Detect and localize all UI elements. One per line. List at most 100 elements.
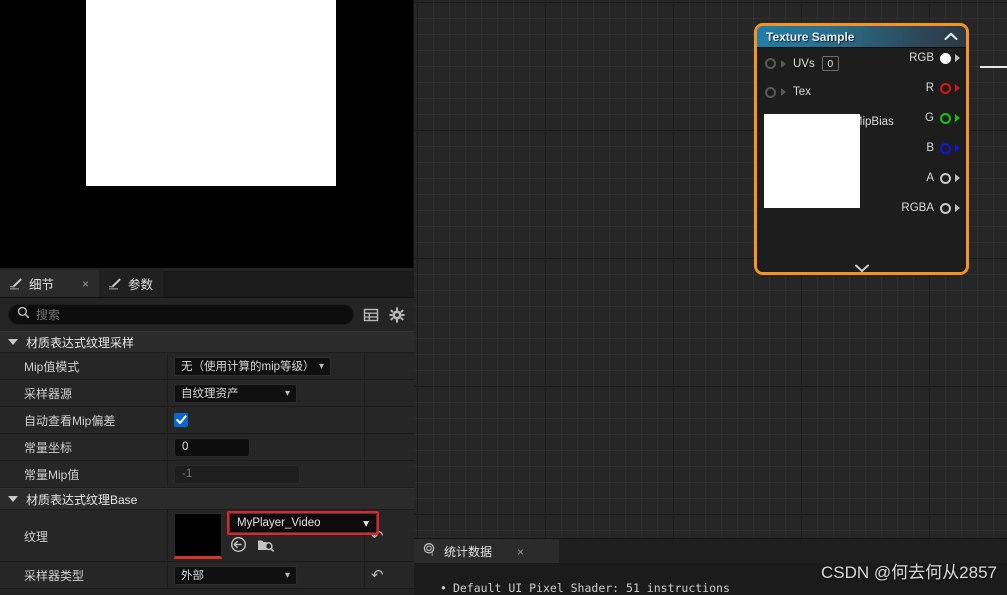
bullet-icon: • xyxy=(440,581,447,595)
browse-to-asset-icon[interactable] xyxy=(230,536,247,558)
node-output-a[interactable]: A xyxy=(926,172,960,184)
node-texture-preview xyxy=(764,114,860,208)
node-input-tex[interactable]: Tex xyxy=(765,86,811,98)
left-column: 细节 × 参数 搜索 材质表达式纹理采样 Mip值模式 无（使用计算的mip等级… xyxy=(0,0,414,595)
pin-label: UVs xyxy=(793,57,815,70)
node-output-rgb[interactable]: RGB xyxy=(909,52,960,64)
const-coordinate-input[interactable]: 0 xyxy=(174,437,250,457)
chevron-down-icon xyxy=(8,339,18,345)
property-value[interactable]: 0 xyxy=(168,434,365,460)
pin-arrow-icon xyxy=(781,88,786,96)
search-icon xyxy=(17,306,30,324)
pin-icon[interactable] xyxy=(765,86,776,98)
pin-arrow-icon xyxy=(955,114,960,122)
category-header-texture-sample[interactable]: 材质表达式纹理采样 xyxy=(0,331,414,353)
details-property-list[interactable]: 材质表达式纹理采样 Mip值模式 无（使用计算的mip等级） ▾ 采样器源 自纹… xyxy=(0,331,414,595)
pin-label: A xyxy=(926,172,934,184)
uvs-default-value[interactable]: 0 xyxy=(821,56,839,71)
mip-value-mode-dropdown[interactable]: 无（使用计算的mip等级） ▾ xyxy=(174,356,331,376)
pin-arrow-icon xyxy=(955,54,960,62)
property-label: 纹理 xyxy=(0,510,168,562)
texture-asset-highlight: MyPlayer_Video ▾ xyxy=(227,511,379,535)
texture-thumbnail[interactable] xyxy=(174,513,222,559)
pin-arrow-icon xyxy=(955,204,960,212)
property-label: 自动查看Mip偏差 xyxy=(0,407,168,433)
category-header-texture-base[interactable]: 材质表达式纹理Base xyxy=(0,488,414,510)
watermark-text: CSDN @何去何从2857 xyxy=(821,563,997,582)
chevron-down-icon: ▾ xyxy=(284,387,290,399)
pin-label: Tex xyxy=(793,86,811,98)
pin-arrow-icon xyxy=(955,174,960,182)
node-output-g[interactable]: G xyxy=(925,112,960,124)
chevron-down-icon xyxy=(8,496,18,502)
close-icon[interactable]: × xyxy=(82,278,89,290)
preview-frame xyxy=(4,0,409,268)
node-output-b[interactable]: B xyxy=(926,142,960,154)
property-row-mip-value-mode[interactable]: Mip值模式 无（使用计算的mip等级） ▾ xyxy=(0,353,414,380)
dropdown-value: 自纹理资产 xyxy=(181,388,239,400)
close-icon[interactable]: × xyxy=(517,546,524,558)
table-view-icon[interactable] xyxy=(362,306,380,324)
property-value[interactable]: 自纹理资产 ▾ xyxy=(168,380,365,406)
node-body: UVs 0 Tex Apply View MipBias RGB xyxy=(757,48,966,272)
tab-details[interactable]: 细节 × xyxy=(0,270,100,297)
category-label: 材质表达式纹理采样 xyxy=(26,335,135,350)
property-extra xyxy=(365,434,414,460)
chevron-up-icon[interactable] xyxy=(944,28,958,46)
property-value[interactable]: MyPlayer_Video ▾ xyxy=(168,510,379,562)
input-value: 0 xyxy=(182,441,189,453)
pin-icon[interactable] xyxy=(940,52,951,64)
search-box[interactable] xyxy=(8,304,354,325)
sampler-type-dropdown[interactable]: 外部 ▾ xyxy=(174,565,297,585)
pin-icon[interactable] xyxy=(940,82,951,94)
texture-asset-actions xyxy=(230,536,275,558)
pin-icon[interactable] xyxy=(940,172,951,184)
pin-icon[interactable] xyxy=(940,142,951,154)
material-graph-canvas[interactable]: Texture Sample UVs 0 Tex MipBias RGB R G… xyxy=(414,0,1007,595)
pin-arrow-icon xyxy=(781,59,786,68)
property-label: 常量Mip值 xyxy=(0,461,168,487)
chevron-down-icon: ▾ xyxy=(318,360,324,372)
property-value[interactable]: 无（使用计算的mip等级） ▾ xyxy=(168,353,365,379)
property-value[interactable] xyxy=(168,407,365,433)
chevron-down-icon: ▾ xyxy=(284,569,290,581)
node-input-uvs[interactable]: UVs 0 xyxy=(765,56,839,71)
node-output-r[interactable]: R xyxy=(926,82,960,94)
stats-icon: i xyxy=(422,542,437,562)
node-output-rgba[interactable]: RGBA xyxy=(901,202,960,214)
const-mip-value-input[interactable]: -1 xyxy=(174,464,300,484)
property-row-sampler-type[interactable]: 采样器类型 外部 ▾ ↶ xyxy=(0,562,414,589)
texture-asset-dropdown[interactable]: MyPlayer_Video ▾ xyxy=(229,513,377,533)
find-in-content-browser-icon[interactable] xyxy=(257,537,275,558)
search-input[interactable] xyxy=(36,307,345,322)
pin-icon[interactable] xyxy=(940,112,951,124)
sampler-source-dropdown[interactable]: 自纹理资产 ▾ xyxy=(174,383,297,403)
reset-to-default-icon[interactable]: ↶ xyxy=(365,566,384,584)
material-preview-viewport[interactable] xyxy=(0,0,414,271)
pen-icon xyxy=(108,277,122,291)
property-extra xyxy=(365,407,414,433)
node-texture-sample[interactable]: Texture Sample UVs 0 Tex MipBias RGB R G… xyxy=(754,23,969,275)
property-value[interactable]: 外部 ▾ xyxy=(168,562,365,588)
node-header[interactable]: Texture Sample xyxy=(757,26,966,48)
pin-icon[interactable] xyxy=(765,58,776,69)
dropdown-value: 外部 xyxy=(181,570,204,582)
chevron-down-icon: ▾ xyxy=(363,518,369,530)
property-extra: ↶ xyxy=(365,562,414,588)
property-row-automatic-view-mip-bias[interactable]: 自动查看Mip偏差 xyxy=(0,407,414,434)
property-value[interactable]: -1 xyxy=(168,461,365,487)
property-row-const-coordinate[interactable]: 常量坐标 0 xyxy=(0,434,414,461)
property-row-texture[interactable]: 纹理 MyPlayer_Video ▾ ↶ xyxy=(0,510,414,562)
pin-label: RGB xyxy=(909,52,934,64)
input-value: -1 xyxy=(182,468,193,480)
property-label: 常量坐标 xyxy=(0,434,168,460)
automatic-view-mip-bias-checkbox[interactable] xyxy=(174,413,188,427)
property-row-const-mip-value[interactable]: 常量Mip值 -1 xyxy=(0,461,414,488)
tab-parameters[interactable]: 参数 xyxy=(99,270,164,297)
pin-icon[interactable] xyxy=(940,202,951,214)
chevron-down-icon[interactable] xyxy=(757,263,966,272)
settings-gear-icon[interactable] xyxy=(388,306,406,324)
dropdown-value: 无（使用计算的mip等级） xyxy=(181,361,315,373)
property-row-sampler-source[interactable]: 采样器源 自纹理资产 ▾ xyxy=(0,380,414,407)
tab-statistics[interactable]: i 统计数据 × xyxy=(414,539,559,564)
